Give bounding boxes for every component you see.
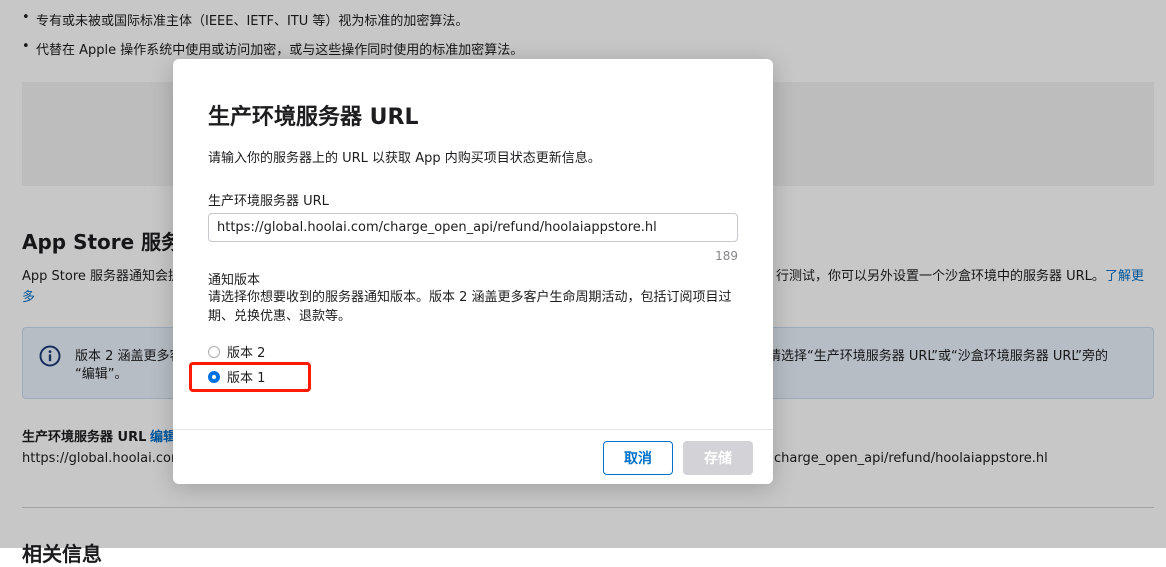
radio-option-version-2[interactable]: 版本 2 xyxy=(208,342,265,361)
server-url-dialog: 生产环境服务器 URL 请输入你的服务器上的 URL 以获取 App 内购买项目… xyxy=(173,59,773,484)
version-description: 请选择你想要收到的服务器通知版本。版本 2 涵盖更多客户生命周期活动，包括订阅项… xyxy=(208,290,732,324)
dialog-title: 生产环境服务器 URL xyxy=(208,105,419,130)
server-url-input[interactable] xyxy=(208,213,738,242)
radio-button[interactable] xyxy=(208,345,220,358)
char-counter: 189 xyxy=(715,249,738,263)
dialog-subtitle: 请输入你的服务器上的 URL 以获取 App 内购买项目状态更新信息。 xyxy=(208,151,601,166)
save-button[interactable]: 存储 xyxy=(683,441,753,475)
url-field-label: 生产环境服务器 URL xyxy=(208,194,329,209)
highlight-annotation xyxy=(189,362,311,392)
radio-label: 版本 2 xyxy=(227,346,266,361)
cancel-button[interactable]: 取消 xyxy=(603,441,673,475)
dialog-divider xyxy=(173,429,773,430)
version-label: 通知版本 xyxy=(208,273,261,288)
